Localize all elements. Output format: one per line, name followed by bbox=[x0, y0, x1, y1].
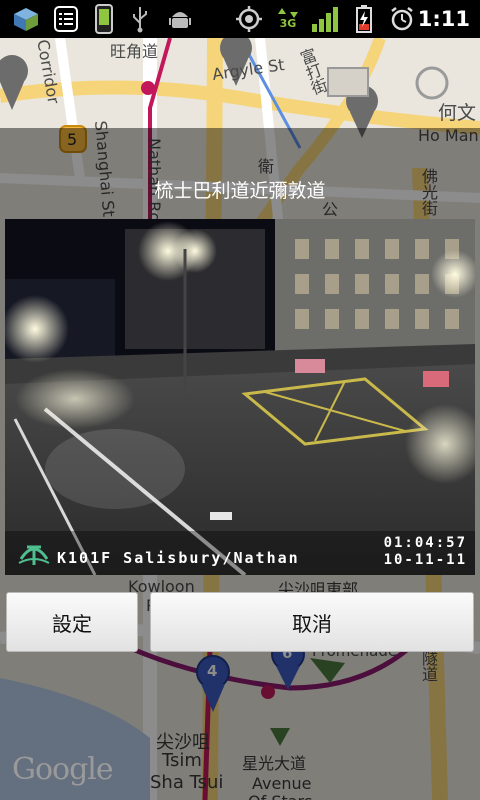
camera-date: 10-11-11 bbox=[383, 552, 467, 568]
status-bar: 3G 1:11 bbox=[0, 0, 480, 38]
camera-timestamp: 01:04:57 10-11-11 bbox=[384, 535, 467, 569]
notes-icon[interactable] bbox=[52, 4, 80, 34]
3g-data-icon: 3G bbox=[276, 4, 300, 34]
battery-charging-icon bbox=[354, 4, 374, 34]
gps-icon bbox=[234, 4, 264, 34]
dialog-title: 梳士巴利道近彌敦道 bbox=[154, 180, 326, 202]
settings-button[interactable]: 設定 bbox=[6, 592, 138, 652]
traffic-camera-image: K101F Salisbury/Nathan 01:04:57 10-11-11 bbox=[5, 219, 475, 575]
phone-device-icon[interactable] bbox=[92, 4, 116, 34]
signal-icon bbox=[310, 4, 340, 34]
launcher-app-icon[interactable] bbox=[10, 4, 42, 34]
map-label-ho-man-cn: 何文 bbox=[438, 102, 477, 124]
camera-time: 01:04:57 bbox=[383, 535, 467, 551]
camera-scene bbox=[5, 219, 475, 575]
cancel-button[interactable]: 取消 bbox=[150, 592, 474, 652]
android-debug-icon bbox=[166, 4, 194, 34]
transport-dept-logo bbox=[18, 545, 50, 565]
camera-caption: K101F Salisbury/Nathan bbox=[57, 549, 300, 567]
google-logo: Google bbox=[12, 752, 114, 787]
usb-icon bbox=[128, 4, 152, 34]
alarm-icon bbox=[388, 4, 416, 34]
status-clock: 1:11 bbox=[417, 7, 470, 31]
map-label-wong-kok: 旺角道 bbox=[110, 42, 159, 61]
